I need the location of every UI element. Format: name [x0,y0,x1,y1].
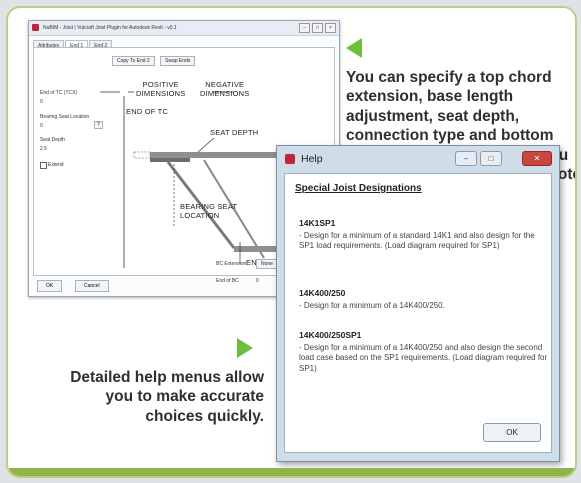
negative-dimensions-label: NEGATIVE DIMENSIONS [200,80,250,98]
window-titlebar: NuBIM - Joist | Vulcraft Joist Plugin fo… [29,21,339,36]
app-logo-icon [32,24,39,31]
help-ok-button[interactable]: OK [483,423,541,442]
pointer-left-icon [346,38,362,58]
window-ok-button[interactable]: OK [37,280,63,292]
extend-label: Extend [48,162,64,168]
help-titlebar: Help – □ ✕ [277,146,559,172]
close-icon[interactable]: ✕ [522,151,552,166]
window-title: NuBIM - Joist | Vulcraft Joist Plugin fo… [43,25,177,31]
close-icon[interactable]: × [325,23,336,33]
designation-text: - Design for a minimum of a 14K400/250. [299,301,445,310]
seat-depth-input[interactable]: 2.5 [40,146,47,152]
pointer-right-icon [237,338,253,358]
help-heading: Special Joist Designations [295,183,422,194]
designation-title: 14K1SP1 [299,218,336,228]
extend-checkbox[interactable] [40,162,47,169]
end-of-tc-diagram-label: END OF TC [126,107,169,116]
help-content: Special Joist Designations 14K1SP1 - Des… [284,173,552,453]
designation-title: 14K400/250SP1 [299,330,362,340]
end-of-bc-label: End of BC [216,278,239,284]
bc-extension-label: BC Extension [216,261,247,267]
end-of-bc-input[interactable]: 0 [256,278,259,284]
feature-caption-bottom: Detailed help menus allow you to make ac… [70,369,264,425]
bearing-seat-input[interactable]: 0 [40,123,43,129]
maximize-icon[interactable]: □ [312,23,323,33]
help-dialog: Help – □ ✕ Special Joist Designations 14… [276,145,560,462]
positive-dimensions-label: POSITIVE DIMENSIONS [136,80,186,98]
swap-ends-button[interactable]: Swap Ends [160,56,196,66]
help-title: Help [301,153,323,165]
seat-depth-label: Seat Depth [40,137,66,143]
bearing-seat-diagram-label: BEARING SEAT LOCATION [180,202,238,220]
designation-text: - Design for a minimum of a standard 14K… [299,231,535,251]
designation-title: 14K400/250 [299,288,346,298]
end-of-tc-input[interactable]: 0 [40,99,43,105]
help-app-icon [285,154,295,164]
window-cancel-button[interactable]: Cancel [75,280,109,292]
minimize-icon[interactable]: – [455,151,477,166]
decorative-strip [8,468,575,476]
copy-to-end-2-button[interactable]: Copy To End 2 [112,56,155,66]
maximize-icon[interactable]: □ [480,151,502,166]
feature-card: NuBIM - Joist | Vulcraft Joist Plugin fo… [6,6,577,478]
seat-depth-diagram-label: SEAT DEPTH [210,128,259,137]
minimize-icon[interactable]: – [299,23,310,33]
bearing-seat-label: Bearing Seat Location [40,114,90,120]
end-of-tc-label: End of TC (TCX) [40,90,78,96]
designation-text: - Design for a minimum of a 14K400/250 a… [299,343,548,373]
